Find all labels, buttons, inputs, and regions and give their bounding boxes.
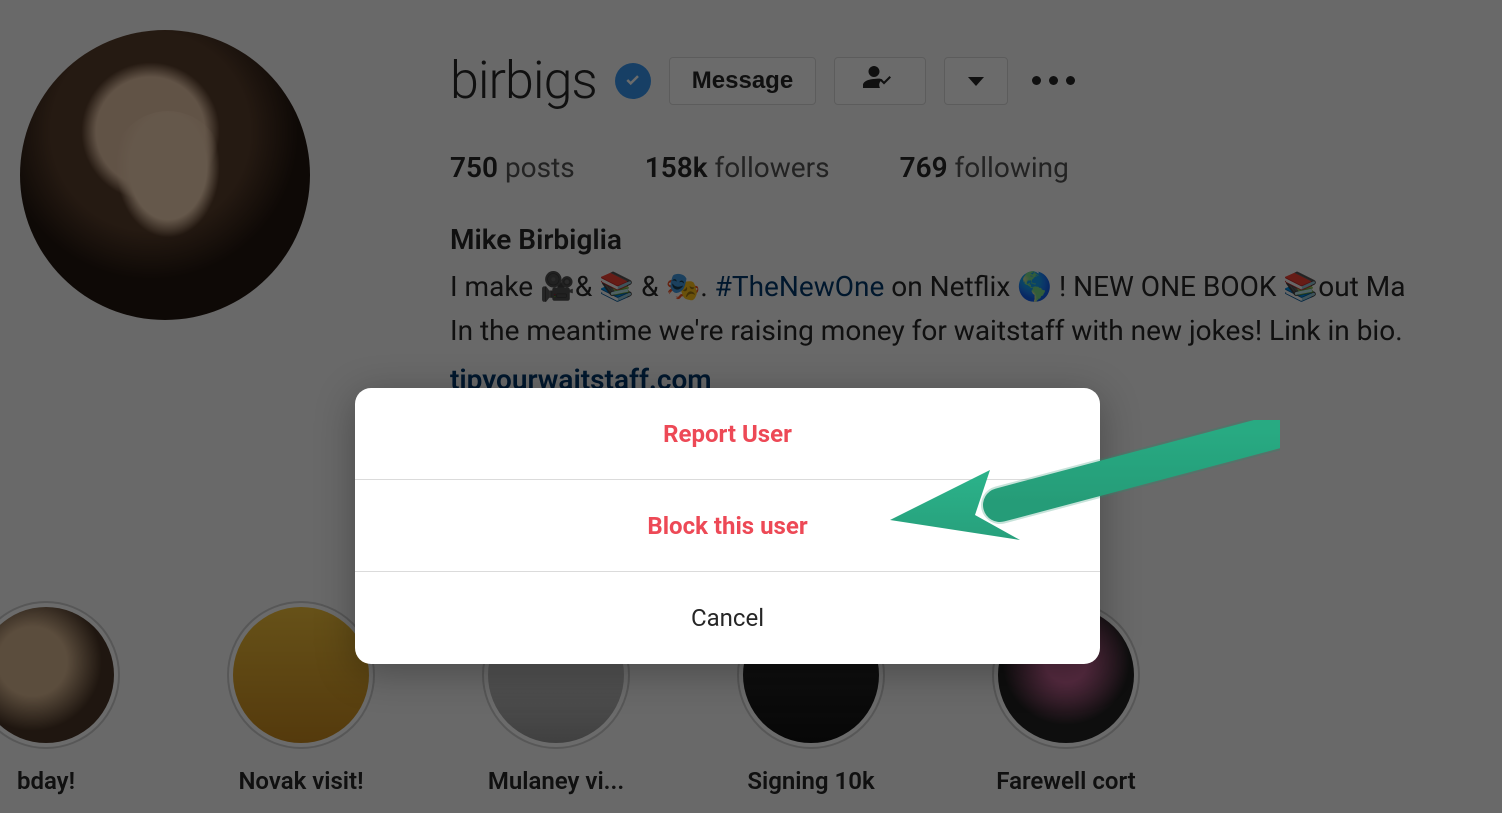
options-modal: Report User Block this user Cancel: [355, 388, 1100, 664]
block-user-option[interactable]: Block this user: [355, 480, 1100, 572]
report-user-option[interactable]: Report User: [355, 388, 1100, 480]
cancel-option[interactable]: Cancel: [355, 572, 1100, 664]
